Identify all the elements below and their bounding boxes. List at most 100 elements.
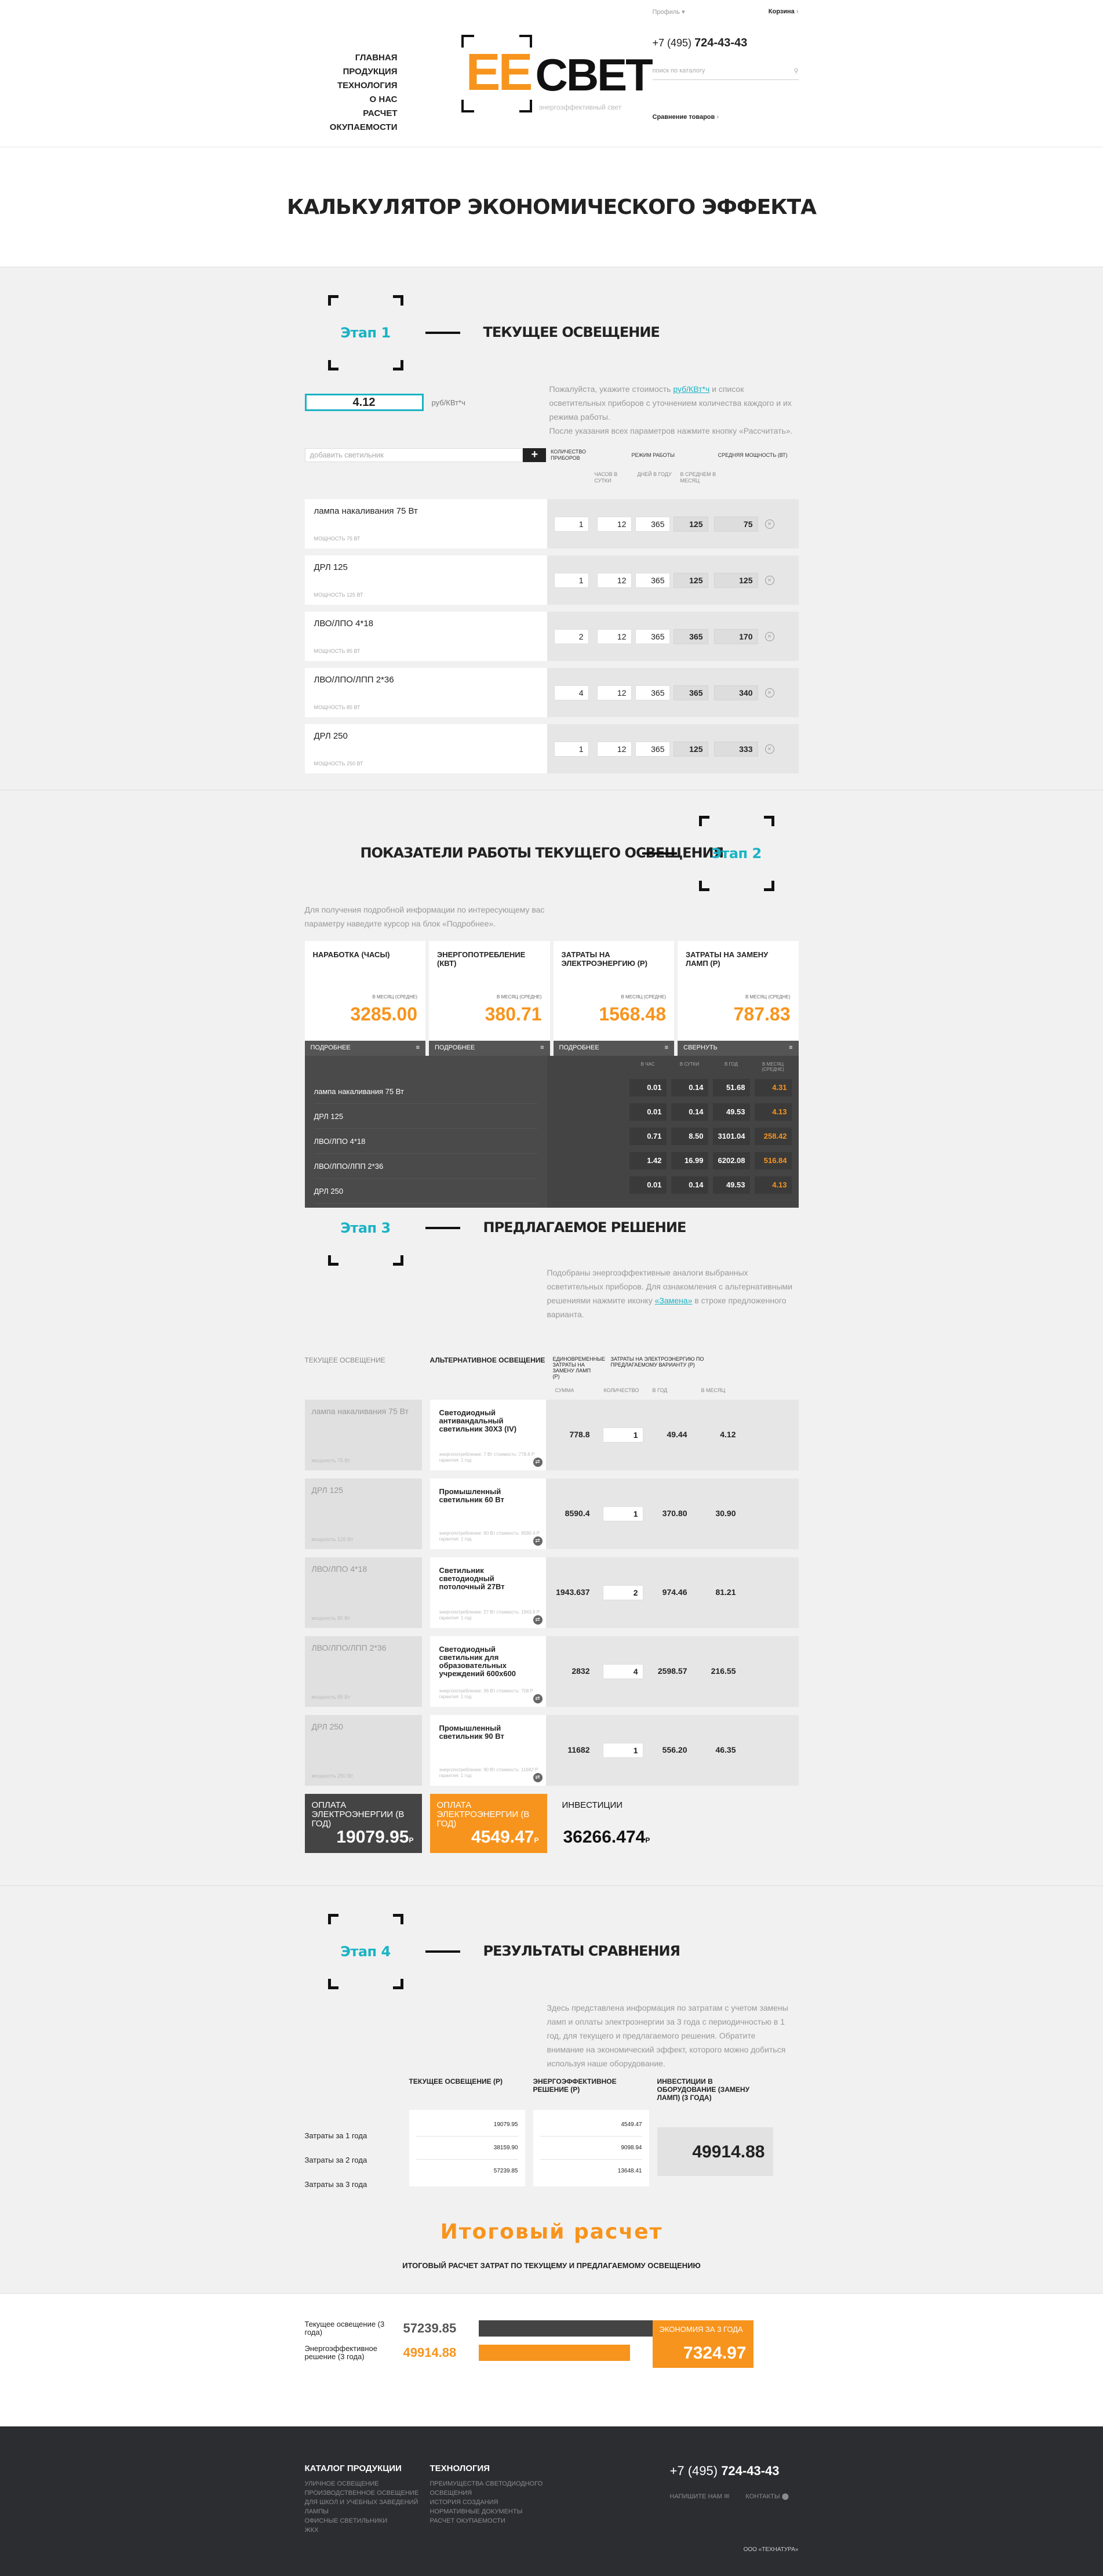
- header-phone[interactable]: +7 (495) 724-43-43: [653, 37, 799, 50]
- search-icon[interactable]: ⚲: [793, 67, 798, 79]
- nav-item-about[interactable]: О нас: [305, 93, 398, 107]
- write-link[interactable]: Напишите нам ✉: [670, 2493, 730, 2500]
- stage2-section: Показатели работы текущего освещения Эта…: [0, 790, 1103, 1208]
- stage-badge-label: Этап 2: [711, 845, 762, 862]
- remove-icon[interactable]: ×: [765, 519, 774, 529]
- comparison-table: Затраты за 1 года Затраты за 2 года Затр…: [305, 2077, 799, 2197]
- details-button[interactable]: Свернуть ≡: [678, 1041, 799, 1056]
- qty-input[interactable]: 1: [554, 741, 589, 757]
- remove-icon[interactable]: ×: [765, 688, 774, 697]
- hours-input[interactable]: 12: [596, 572, 632, 588]
- footer-heading[interactable]: Технология: [430, 2464, 546, 2473]
- lamp-name: ЛВО/ЛПО 4*18: [314, 619, 374, 628]
- footer-link[interactable]: Расчет окупаемости: [430, 2516, 546, 2526]
- total-label: Оплата электроэнергии (в год): [436, 1800, 530, 1829]
- footer-heading[interactable]: Каталог продукции: [305, 2464, 430, 2473]
- contacts-link[interactable]: Контакты ⬤: [745, 2493, 789, 2500]
- lamp-power: мощность 85 Вт: [314, 648, 361, 654]
- alt-values: 11682 1 556.20 46.35: [545, 1715, 799, 1786]
- profile-link[interactable]: Профиль ▾: [653, 8, 685, 16]
- swap-icon[interactable]: ⇄: [533, 1615, 543, 1625]
- alternative-lamp[interactable]: Светодиодный светильник для образователь…: [429, 1636, 546, 1707]
- footer-link[interactable]: История создания: [430, 2498, 546, 2507]
- days-input[interactable]: 365: [635, 628, 670, 644]
- qty-value[interactable]: 4: [602, 1664, 643, 1679]
- alt-list: лампа накаливания 75 Вт мощность 75 Вт Све…: [304, 1400, 799, 1786]
- stage3-description: Подобраны энергоэффективные аналоги выбр…: [547, 1266, 796, 1321]
- qty-value[interactable]: 2: [602, 1585, 643, 1600]
- search-input[interactable]: поиск по каталогу ⚲: [652, 67, 799, 80]
- swap-icon[interactable]: ⇄: [533, 1694, 543, 1703]
- hours-input[interactable]: 12: [596, 516, 632, 532]
- days-input[interactable]: 365: [635, 516, 670, 532]
- remove-icon[interactable]: ×: [765, 631, 774, 641]
- footer-catalog: Каталог продукции Уличное освещение Произ…: [305, 2464, 430, 2553]
- replace-link[interactable]: «Замена»: [655, 1296, 693, 1305]
- current-lamp: лампа накаливания 75 Вт мощность 75 Вт: [304, 1400, 422, 1470]
- final-bars: Текущее освещение (3 года) 57239.85 Энер…: [0, 2293, 1103, 2426]
- footer-link[interactable]: Нормативные документы: [430, 2507, 546, 2516]
- remove-icon[interactable]: ×: [765, 744, 774, 754]
- details-button[interactable]: Подробнее ≡: [304, 1041, 425, 1056]
- tariff-group: 4.12 руб/КВт*ч: [304, 394, 465, 411]
- qty-value[interactable]: 1: [602, 1427, 643, 1443]
- footer-link[interactable]: Уличное освещение: [305, 2479, 430, 2488]
- qty-input[interactable]: 1: [554, 572, 589, 588]
- cmp-label: Затраты за 3 года: [304, 2180, 367, 2189]
- tariff-link[interactable]: руб/КВт*ч: [673, 384, 709, 394]
- days-input[interactable]: 365: [635, 741, 670, 757]
- logo[interactable]: ЕЕ СВЕТ энергоэффективный свет: [461, 35, 653, 116]
- stage2-header: Показатели работы текущего освещения Эта…: [305, 816, 799, 903]
- metric-sub: в месяц (средне): [372, 994, 417, 1000]
- alternative-lamp-specs: энергопотребление: 7 Вт стоимость: 778.8…: [439, 1452, 535, 1463]
- nav-item-home[interactable]: Главная: [305, 51, 398, 65]
- alternative-lamp[interactable]: Светодиодный антивандальный светильник 3…: [429, 1400, 546, 1470]
- qty-input[interactable]: 4: [554, 685, 589, 700]
- cmp-label: Затраты за 1 года: [304, 2131, 367, 2140]
- footer-link[interactable]: Офисные светильники: [305, 2516, 430, 2526]
- add-lamp-button[interactable]: +: [523, 448, 547, 462]
- qty-value[interactable]: 1: [602, 1743, 643, 1758]
- phone-number[interactable]: 724-43-43: [721, 2464, 779, 2478]
- total-value: 36266.474: [563, 1827, 646, 1847]
- avg-power-value: 340: [714, 685, 758, 700]
- compare-link[interactable]: Сравнение товаров ›: [653, 114, 799, 121]
- lamp-values: 2 12 365 365 170 ×: [547, 612, 799, 661]
- swap-icon[interactable]: ⇄: [533, 1773, 543, 1782]
- lamp-power: мощность 85 Вт: [314, 704, 361, 710]
- nav-item-payback[interactable]: Расчет окупаемости: [305, 107, 398, 135]
- nav-item-products[interactable]: Продукция: [305, 65, 398, 79]
- footer-link[interactable]: Для школ и учебных заведений: [305, 2498, 430, 2507]
- remove-icon[interactable]: ×: [765, 575, 774, 585]
- add-lamp-input[interactable]: добавить светильник: [304, 448, 523, 462]
- cart-link[interactable]: Корзина ›: [769, 8, 799, 16]
- details-button[interactable]: Подробнее ≡: [429, 1041, 550, 1056]
- lamp-row: ДРЛ 125 мощность 125 Вт 1 12 365 125 125 ×: [304, 555, 799, 605]
- alternative-lamp[interactable]: Светильник светодиодный потолочный 27Вт э…: [429, 1557, 546, 1628]
- days-input[interactable]: 365: [635, 572, 670, 588]
- cmp-value: 4549.47: [540, 2113, 642, 2137]
- tariff-input[interactable]: 4.12: [304, 394, 424, 411]
- logo-ee: ЕЕ: [465, 43, 533, 101]
- swap-icon[interactable]: ⇄: [533, 1536, 543, 1546]
- alt-values: 1943.637 2 974.46 81.21: [545, 1557, 799, 1628]
- details-button[interactable]: Подробнее ≡: [553, 1041, 674, 1056]
- qty-input[interactable]: 2: [554, 628, 589, 644]
- footer-link[interactable]: Преимущества светодиодного освещения: [430, 2479, 546, 2498]
- nav-item-technology[interactable]: Технология: [305, 79, 398, 93]
- stage3-section: Этап 3 Предлагаемое решение Подобраны эн…: [0, 1208, 1103, 1885]
- detail-value: 258.42: [754, 1128, 792, 1145]
- days-input[interactable]: 365: [635, 685, 670, 700]
- hours-input[interactable]: 12: [596, 685, 632, 700]
- alternative-lamp[interactable]: Промышленный светильник 90 Вт энергопотре…: [429, 1715, 546, 1786]
- qty-input[interactable]: 1: [554, 516, 589, 532]
- alternative-lamp[interactable]: Промышленный светильник 60 Вт энергопотре…: [429, 1478, 546, 1549]
- hours-input[interactable]: 12: [596, 741, 632, 757]
- qty-value[interactable]: 1: [602, 1506, 643, 1521]
- footer-link[interactable]: ЖКХ: [305, 2526, 430, 2535]
- footer-link[interactable]: Производственное освещение: [305, 2488, 430, 2498]
- footer-link[interactable]: Лампы: [305, 2507, 430, 2516]
- hours-input[interactable]: 12: [596, 628, 632, 644]
- swap-icon[interactable]: ⇄: [533, 1458, 543, 1467]
- write-label: Напишите нам: [669, 2493, 723, 2500]
